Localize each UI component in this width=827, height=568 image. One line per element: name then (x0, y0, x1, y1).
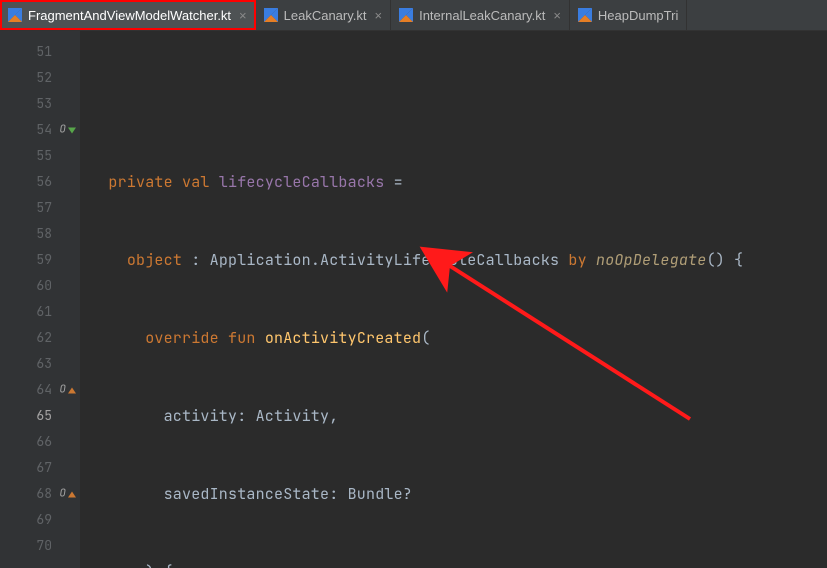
tab-label: FragmentAndViewModelWatcher.kt (28, 8, 231, 23)
line-number: 64 O (0, 377, 80, 403)
line-number: 53 (0, 91, 80, 117)
line-number: 51 (0, 39, 80, 65)
line-number: 60 (0, 273, 80, 299)
line-number: 58 (0, 221, 80, 247)
code-line: override fun onActivityCreated( (90, 325, 752, 351)
code-line: object : Application.ActivityLifecycleCa… (90, 247, 752, 273)
override-marker-icon[interactable]: O (59, 385, 76, 396)
kotlin-file-icon (8, 8, 22, 22)
line-number: 65 (0, 403, 80, 429)
line-number: 52 (0, 65, 80, 91)
close-icon[interactable]: × (375, 9, 383, 22)
line-number: 56 (0, 169, 80, 195)
editor-tab-heapdump[interactable]: HeapDumpTri (570, 0, 687, 30)
editor-tab-fragmentwatcher[interactable]: FragmentAndViewModelWatcher.kt × (0, 0, 256, 30)
code-area[interactable]: private val lifecycleCallbacks = object … (80, 31, 752, 568)
editor-tab-internalleakcanary[interactable]: InternalLeakCanary.kt × (391, 0, 570, 30)
override-marker-icon[interactable]: O (59, 489, 76, 500)
line-number: 55 (0, 143, 80, 169)
line-number: 69 (0, 507, 80, 533)
code-line (90, 91, 752, 117)
code-line: private val lifecycleCallbacks = (90, 169, 752, 195)
gutter: 51 52 53 54 O 55 56 57 58 59 60 61 62 63… (0, 31, 80, 568)
tab-label: LeakCanary.kt (284, 8, 367, 23)
code-editor[interactable]: 51 52 53 54 O 55 56 57 58 59 60 61 62 63… (0, 31, 827, 568)
line-number: 70 (0, 533, 80, 559)
line-number: 66 (0, 429, 80, 455)
line-number: 57 (0, 195, 80, 221)
tab-label: InternalLeakCanary.kt (419, 8, 545, 23)
line-number: 61 (0, 299, 80, 325)
tab-label: HeapDumpTri (598, 8, 678, 23)
kotlin-file-icon (578, 8, 592, 22)
code-line: ) { (90, 559, 752, 568)
kotlin-file-icon (264, 8, 278, 22)
override-marker-icon[interactable]: O (59, 125, 76, 136)
line-number: 62 (0, 325, 80, 351)
close-icon[interactable]: × (239, 9, 247, 22)
line-number: 63 (0, 351, 80, 377)
code-line: activity: Activity, (90, 403, 752, 429)
kotlin-file-icon (399, 8, 413, 22)
code-line: savedInstanceState: Bundle? (90, 481, 752, 507)
editor-tab-leakcanary[interactable]: LeakCanary.kt × (256, 0, 391, 30)
line-number: 59 (0, 247, 80, 273)
line-number: 54 O (0, 117, 80, 143)
editor-tab-bar: FragmentAndViewModelWatcher.kt × LeakCan… (0, 0, 827, 31)
line-number: 68 O (0, 481, 80, 507)
close-icon[interactable]: × (553, 9, 561, 22)
line-number: 67 (0, 455, 80, 481)
